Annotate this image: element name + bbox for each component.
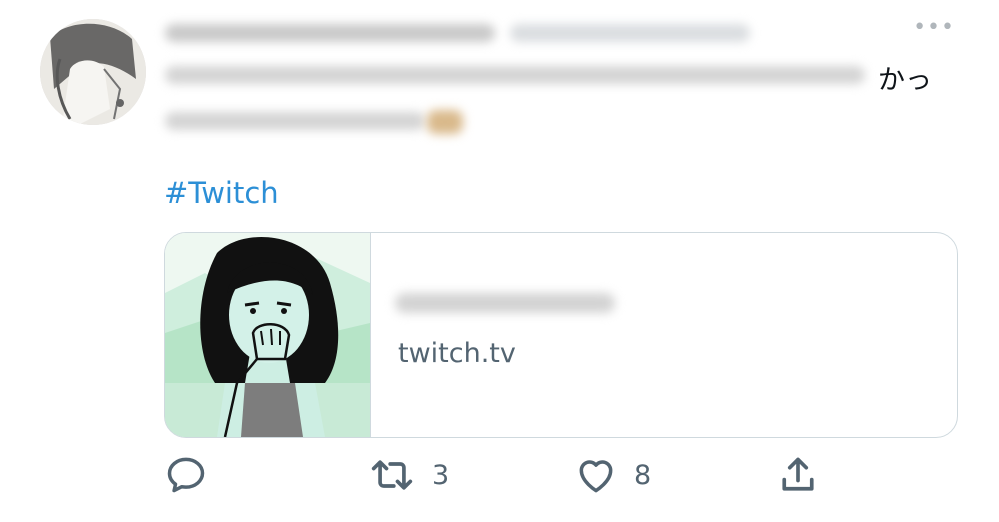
tweet-text-visible-fragment: かっ xyxy=(878,65,932,96)
avatar-illustration xyxy=(40,19,146,125)
blurred-text xyxy=(165,112,425,130)
tweet[interactable]: ••• かっ #Twitch twitch.tv 3 8 xyxy=(0,0,999,522)
share-icon xyxy=(776,453,820,497)
card-thumbnail xyxy=(165,233,371,437)
card-title[interactable] xyxy=(395,293,615,313)
reply-button[interactable] xyxy=(164,452,224,498)
like-button[interactable]: 8 xyxy=(574,452,651,498)
card-domain: twitch.tv xyxy=(398,338,516,369)
tweet-text-line-2 xyxy=(165,104,485,138)
more-options-icon[interactable]: ••• xyxy=(913,17,955,39)
emoji-icon xyxy=(427,110,463,134)
action-bar: 3 8 xyxy=(164,452,824,502)
display-name[interactable] xyxy=(165,24,495,42)
retweet-count: 3 xyxy=(432,459,450,491)
tweet-header xyxy=(165,18,785,48)
tweet-text-line-1 xyxy=(165,58,925,92)
user-handle[interactable] xyxy=(510,24,750,42)
link-card[interactable]: twitch.tv xyxy=(164,232,958,438)
avatar[interactable] xyxy=(40,19,146,125)
like-icon xyxy=(574,453,618,497)
retweet-icon xyxy=(368,453,416,497)
share-button[interactable] xyxy=(776,452,820,498)
character-illustration xyxy=(165,233,370,437)
blurred-text xyxy=(165,66,865,84)
hashtag-link[interactable]: #Twitch xyxy=(164,176,279,210)
like-count: 8 xyxy=(634,459,652,491)
reply-icon xyxy=(164,453,208,497)
retweet-button[interactable]: 3 xyxy=(368,452,449,498)
